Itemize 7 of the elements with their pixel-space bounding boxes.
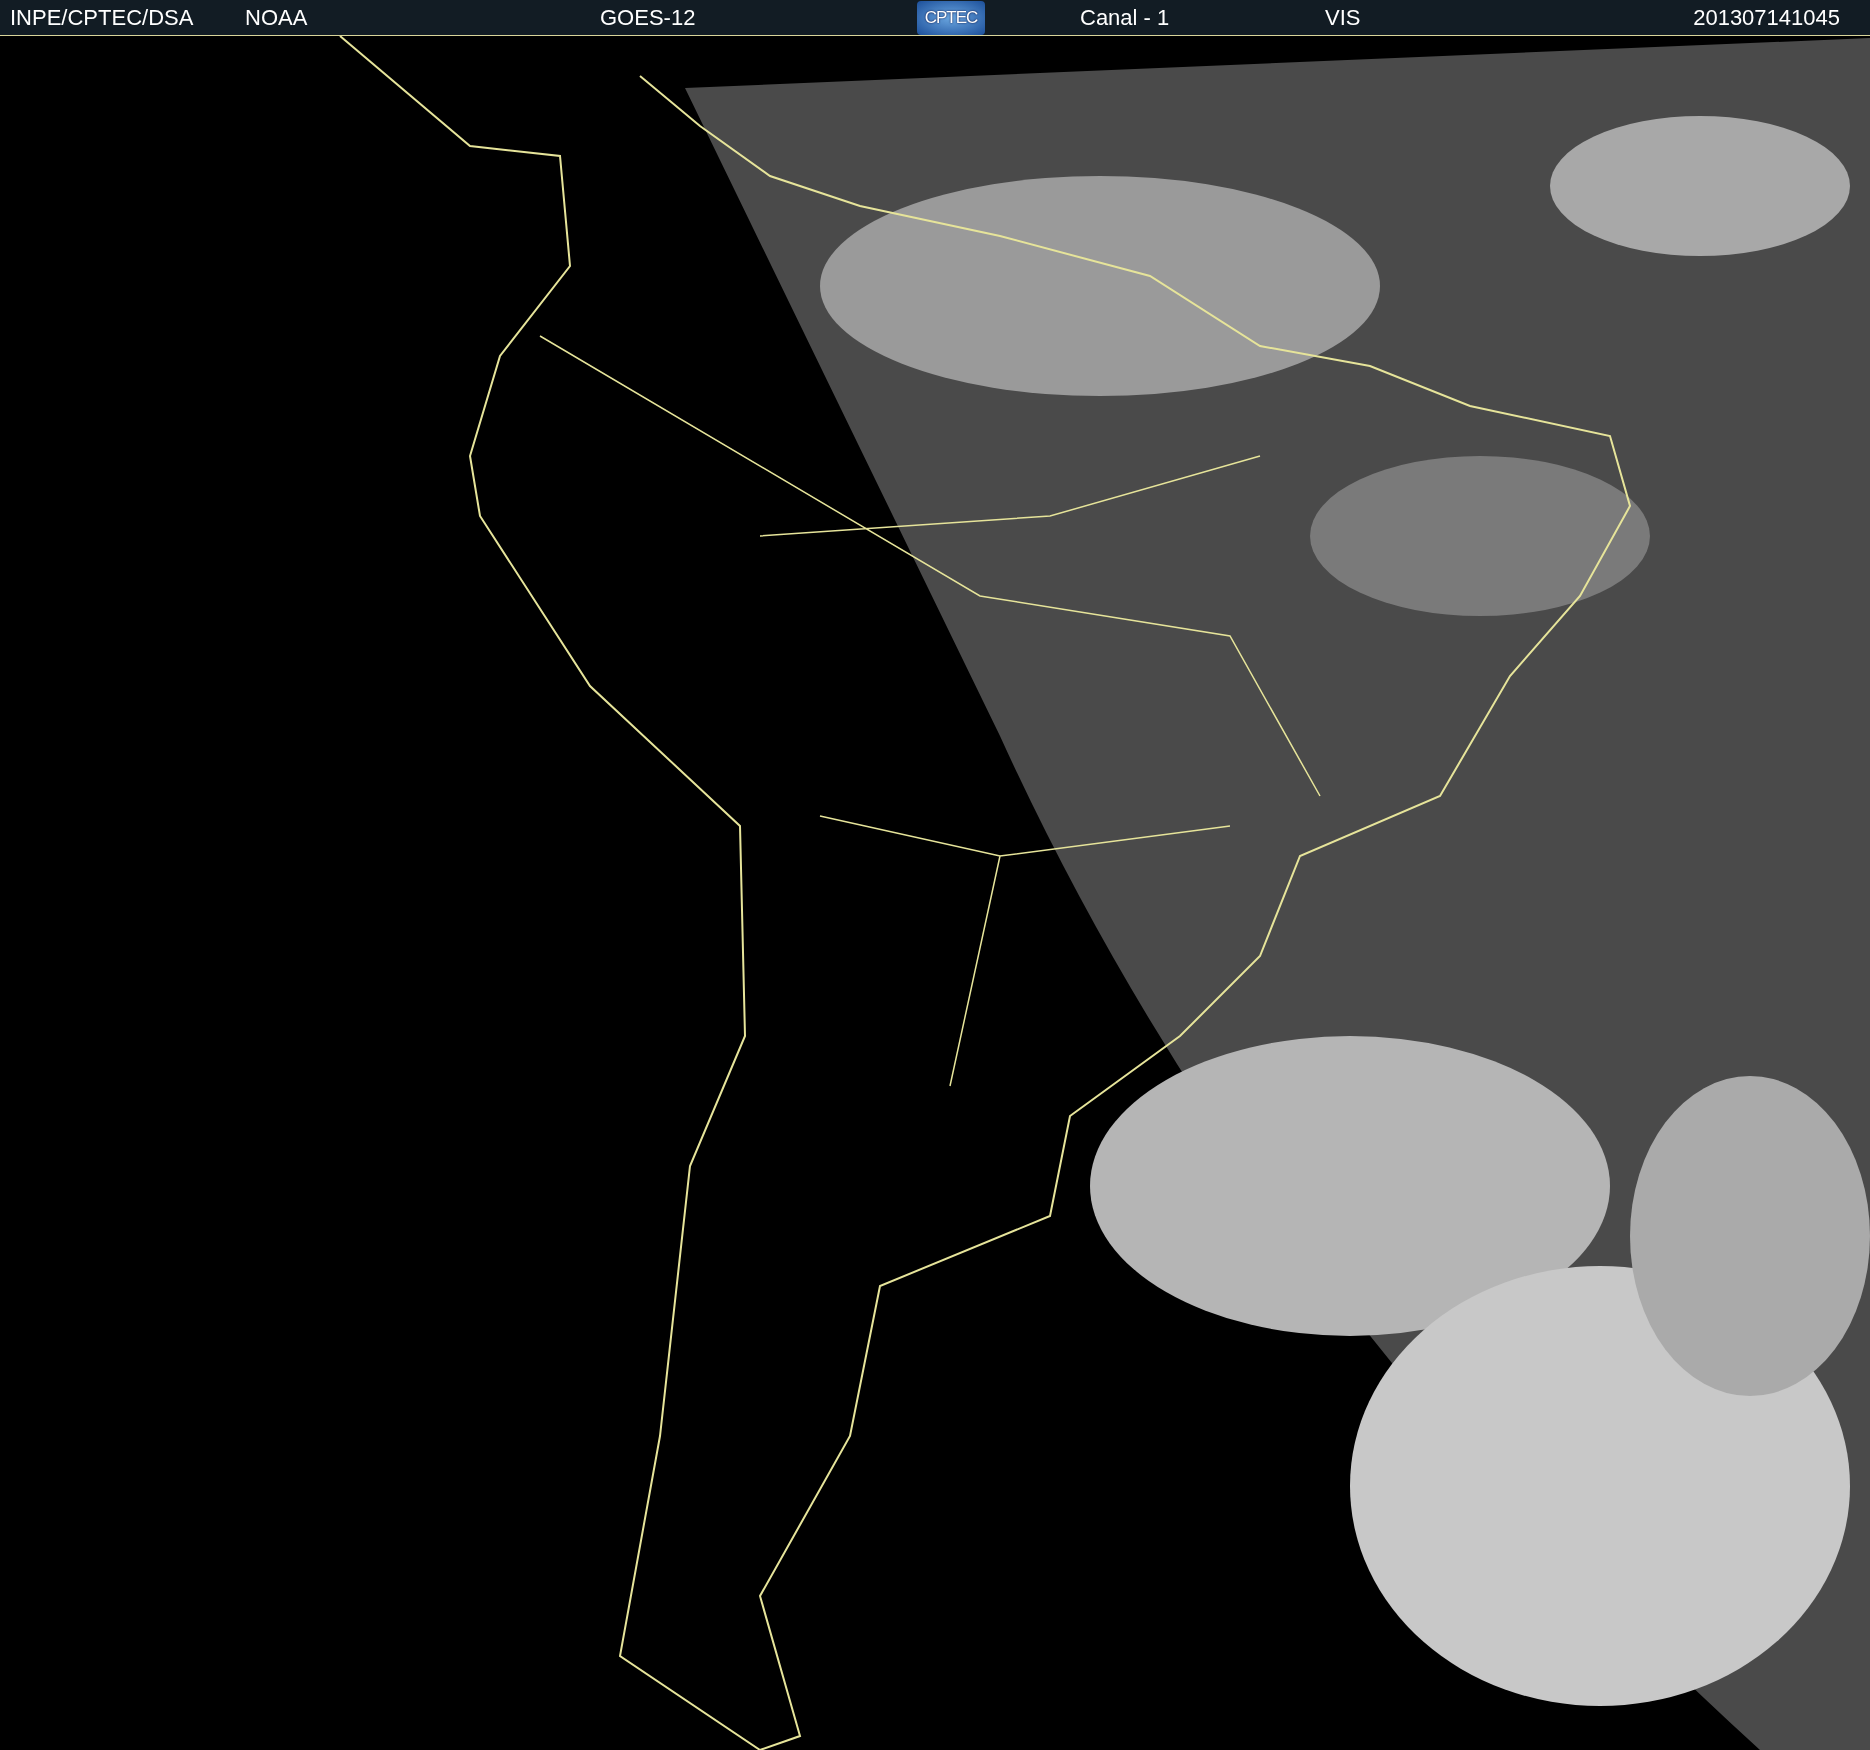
logo: CPTEC bbox=[917, 0, 985, 35]
satellite-label: GOES-12 bbox=[600, 4, 697, 31]
agency-label: INPE/CPTEC/DSA bbox=[10, 4, 195, 31]
source-label: NOAA bbox=[245, 4, 309, 31]
band-label: VIS bbox=[1325, 4, 1362, 31]
timestamp-label: 201307141045 bbox=[1693, 4, 1840, 31]
channel-label: Canal - 1 bbox=[1080, 4, 1171, 31]
